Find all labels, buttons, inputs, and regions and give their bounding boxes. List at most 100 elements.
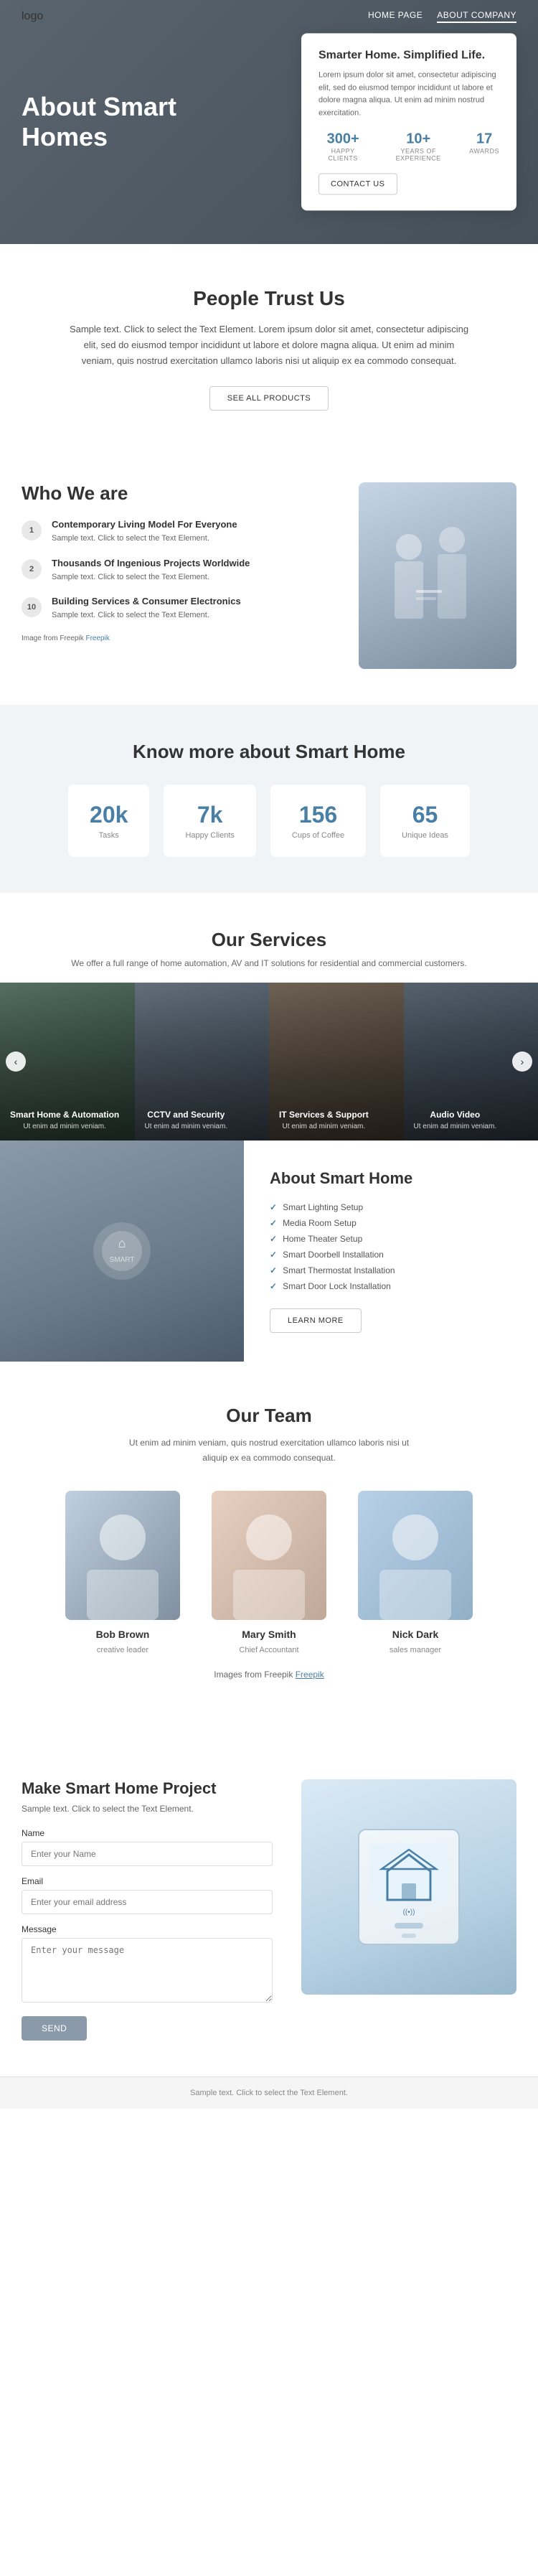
avatar-nick (358, 1491, 473, 1620)
about-sh-item-3: Smart Doorbell Installation (270, 1250, 512, 1260)
know-stat-num-0: 20k (90, 802, 128, 828)
nav-links: HOME PAGE ABOUT COMPANY (368, 10, 516, 23)
nick-avatar-img (358, 1491, 473, 1620)
hero-stat-num-2: 17 (469, 131, 499, 148)
slider-next-button[interactable]: › (512, 1052, 532, 1072)
know-stats: 20k Tasks 7k Happy Clients 156 Cups of C… (22, 784, 516, 857)
who-item-0: 1 Contemporary Living Model For Everyone… (22, 519, 337, 545)
footer-text: Sample text. Click to select the Text El… (22, 2089, 516, 2097)
services-section: Our Services We offer a full range of ho… (0, 893, 538, 1141)
team-freepik-link[interactable]: Freepik (296, 1669, 324, 1680)
send-button[interactable]: SEND (22, 2016, 87, 2041)
who-item-1-desc: Sample text. Click to select the Text El… (52, 571, 250, 584)
hero-stat-awards: 17 AWARDS (469, 131, 499, 162)
slider-prev-button[interactable]: ‹ (6, 1052, 26, 1072)
about-sh-section: ⌂ SMART About Smart Home Smart Lighting … (0, 1141, 538, 1362)
who-item-2-content: Building Services & Consumer Electronics… (52, 596, 241, 622)
know-stat-lbl-1: Happy Clients (185, 831, 234, 840)
trust-heading: People Trust Us (43, 287, 495, 310)
nick-role: sales manager (390, 1646, 441, 1654)
about-sh-item-1: Media Room Setup (270, 1218, 512, 1228)
services-header: Our Services We offer a full range of ho… (0, 929, 538, 968)
email-input[interactable] (22, 1890, 273, 1914)
know-stat-2: 156 Cups of Coffee (270, 784, 366, 857)
service-title-2: IT Services & Support (279, 1110, 369, 1120)
who-item-0-desc: Sample text. Click to select the Text El… (52, 533, 237, 545)
about-sh-heading: About Smart Home (270, 1169, 512, 1188)
service-card-bg-1: CCTV and Security Ut enim ad minim venia… (135, 983, 270, 1141)
about-sh-content: About Smart Home Smart Lighting Setup Me… (244, 1141, 538, 1362)
bob-avatar-img (65, 1491, 180, 1620)
team-desc: Ut enim ad minim veniam, quis nostrud ex… (118, 1435, 420, 1465)
who-freepik: Image from Freepik Freepik (22, 634, 337, 642)
contact-section: Make Smart Home Project Sample text. Cli… (0, 1743, 538, 2076)
avatar-mary (212, 1491, 326, 1620)
service-desc-1: Ut enim ad minim veniam. (145, 1123, 228, 1130)
service-title-0: Smart Home & Automation (10, 1110, 119, 1120)
about-sh-item-0: Smart Lighting Setup (270, 1202, 512, 1212)
who-heading: Who We are (22, 482, 337, 505)
about-sh-illustration: ⌂ SMART (86, 1208, 158, 1294)
message-field: Message (22, 1924, 273, 2006)
learn-more-button[interactable]: LEARN MORE (270, 1308, 362, 1333)
see-all-products-button[interactable]: SEE ALL PRODUCTS (209, 386, 329, 411)
about-sh-image-inner: ⌂ SMART (0, 1141, 244, 1362)
contact-image-inner: ((•)) (301, 1779, 516, 1995)
team-member-bob: Bob Brown creative leader (58, 1491, 187, 1656)
hero-stat-lbl-2: AWARDS (469, 148, 499, 155)
contact-heading: Make Smart Home Project (22, 1779, 273, 1798)
who-item-2-desc: Sample text. Click to select the Text El… (52, 609, 241, 622)
hero-stat-lbl-0: HAPPY CLIENTS (318, 148, 367, 162)
services-heading: Our Services (22, 929, 516, 951)
name-field: Name (22, 1828, 273, 1866)
who-item-1-title: Thousands Of Ingenious Projects Worldwid… (52, 558, 250, 568)
bob-role: creative leader (97, 1646, 148, 1654)
service-card-text-2: IT Services & Support Ut enim ad minim v… (279, 1110, 369, 1130)
service-desc-0: Ut enim ad minim veniam. (10, 1123, 119, 1130)
about-sh-item-2: Home Theater Setup (270, 1234, 512, 1244)
service-desc-2: Ut enim ad minim veniam. (279, 1123, 369, 1130)
service-card-text-1: CCTV and Security Ut enim ad minim venia… (145, 1110, 228, 1130)
mary-avatar-img (212, 1491, 326, 1620)
team-member-nick: Nick Dark sales manager (351, 1491, 480, 1656)
team-member-mary: Mary Smith Chief Accountant (204, 1491, 334, 1656)
message-label: Message (22, 1924, 273, 1934)
hero-card: Smarter Home. Simplified Life. Lorem ips… (301, 33, 516, 210)
services-track: Smart Home & Automation Ut enim ad minim… (0, 983, 538, 1141)
freepik-link[interactable]: Freepik (85, 634, 109, 642)
nav-about[interactable]: ABOUT COMPANY (437, 10, 516, 23)
service-card-1: CCTV and Security Ut enim ad minim venia… (135, 983, 270, 1141)
know-stat-lbl-0: Tasks (90, 831, 128, 840)
who-num-1: 2 (22, 559, 42, 579)
who-text: Who We are 1 Contemporary Living Model F… (22, 482, 337, 642)
footer: Sample text. Click to select the Text El… (0, 2076, 538, 2109)
team-section: Our Team Ut enim ad minim veniam, quis n… (0, 1362, 538, 1743)
email-label: Email (22, 1876, 273, 1886)
know-stat-lbl-3: Unique Ideas (402, 831, 448, 840)
about-sh-list: Smart Lighting Setup Media Room Setup Ho… (270, 1202, 512, 1291)
name-label: Name (22, 1828, 273, 1838)
hero-stat-num-0: 300+ (318, 131, 367, 148)
trust-body: Sample text. Click to select the Text El… (68, 322, 470, 369)
message-input[interactable] (22, 1938, 273, 2003)
team-heading: Our Team (22, 1405, 516, 1427)
bob-name: Bob Brown (58, 1629, 187, 1640)
know-stat-3: 65 Unique Ideas (380, 784, 470, 857)
service-title-1: CCTV and Security (145, 1110, 228, 1120)
name-input[interactable] (22, 1842, 273, 1866)
nav-home[interactable]: HOME PAGE (368, 10, 423, 23)
service-card-2: IT Services & Support Ut enim ad minim v… (269, 983, 404, 1141)
know-stat-num-2: 156 (292, 802, 344, 828)
service-card-text-3: Audio Video Ut enim ad minim veniam. (414, 1110, 497, 1130)
who-num-0: 1 (22, 520, 42, 540)
service-desc-3: Ut enim ad minim veniam. (414, 1123, 497, 1130)
hero-content: About Smart Homes (22, 92, 237, 152)
contact-illustration: ((•)) (344, 1815, 473, 1959)
navbar: logo HOME PAGE ABOUT COMPANY (0, 0, 538, 33)
about-sh-item-4: Smart Thermostat Installation (270, 1265, 512, 1275)
who-image (359, 482, 516, 669)
hero-stat-lbl-1: YEARS OF EXPERIENCE (382, 148, 455, 162)
contact-us-button[interactable]: CONTACT US (318, 174, 397, 195)
svg-text:SMART: SMART (110, 1256, 135, 1264)
nav-logo: logo (22, 10, 43, 23)
